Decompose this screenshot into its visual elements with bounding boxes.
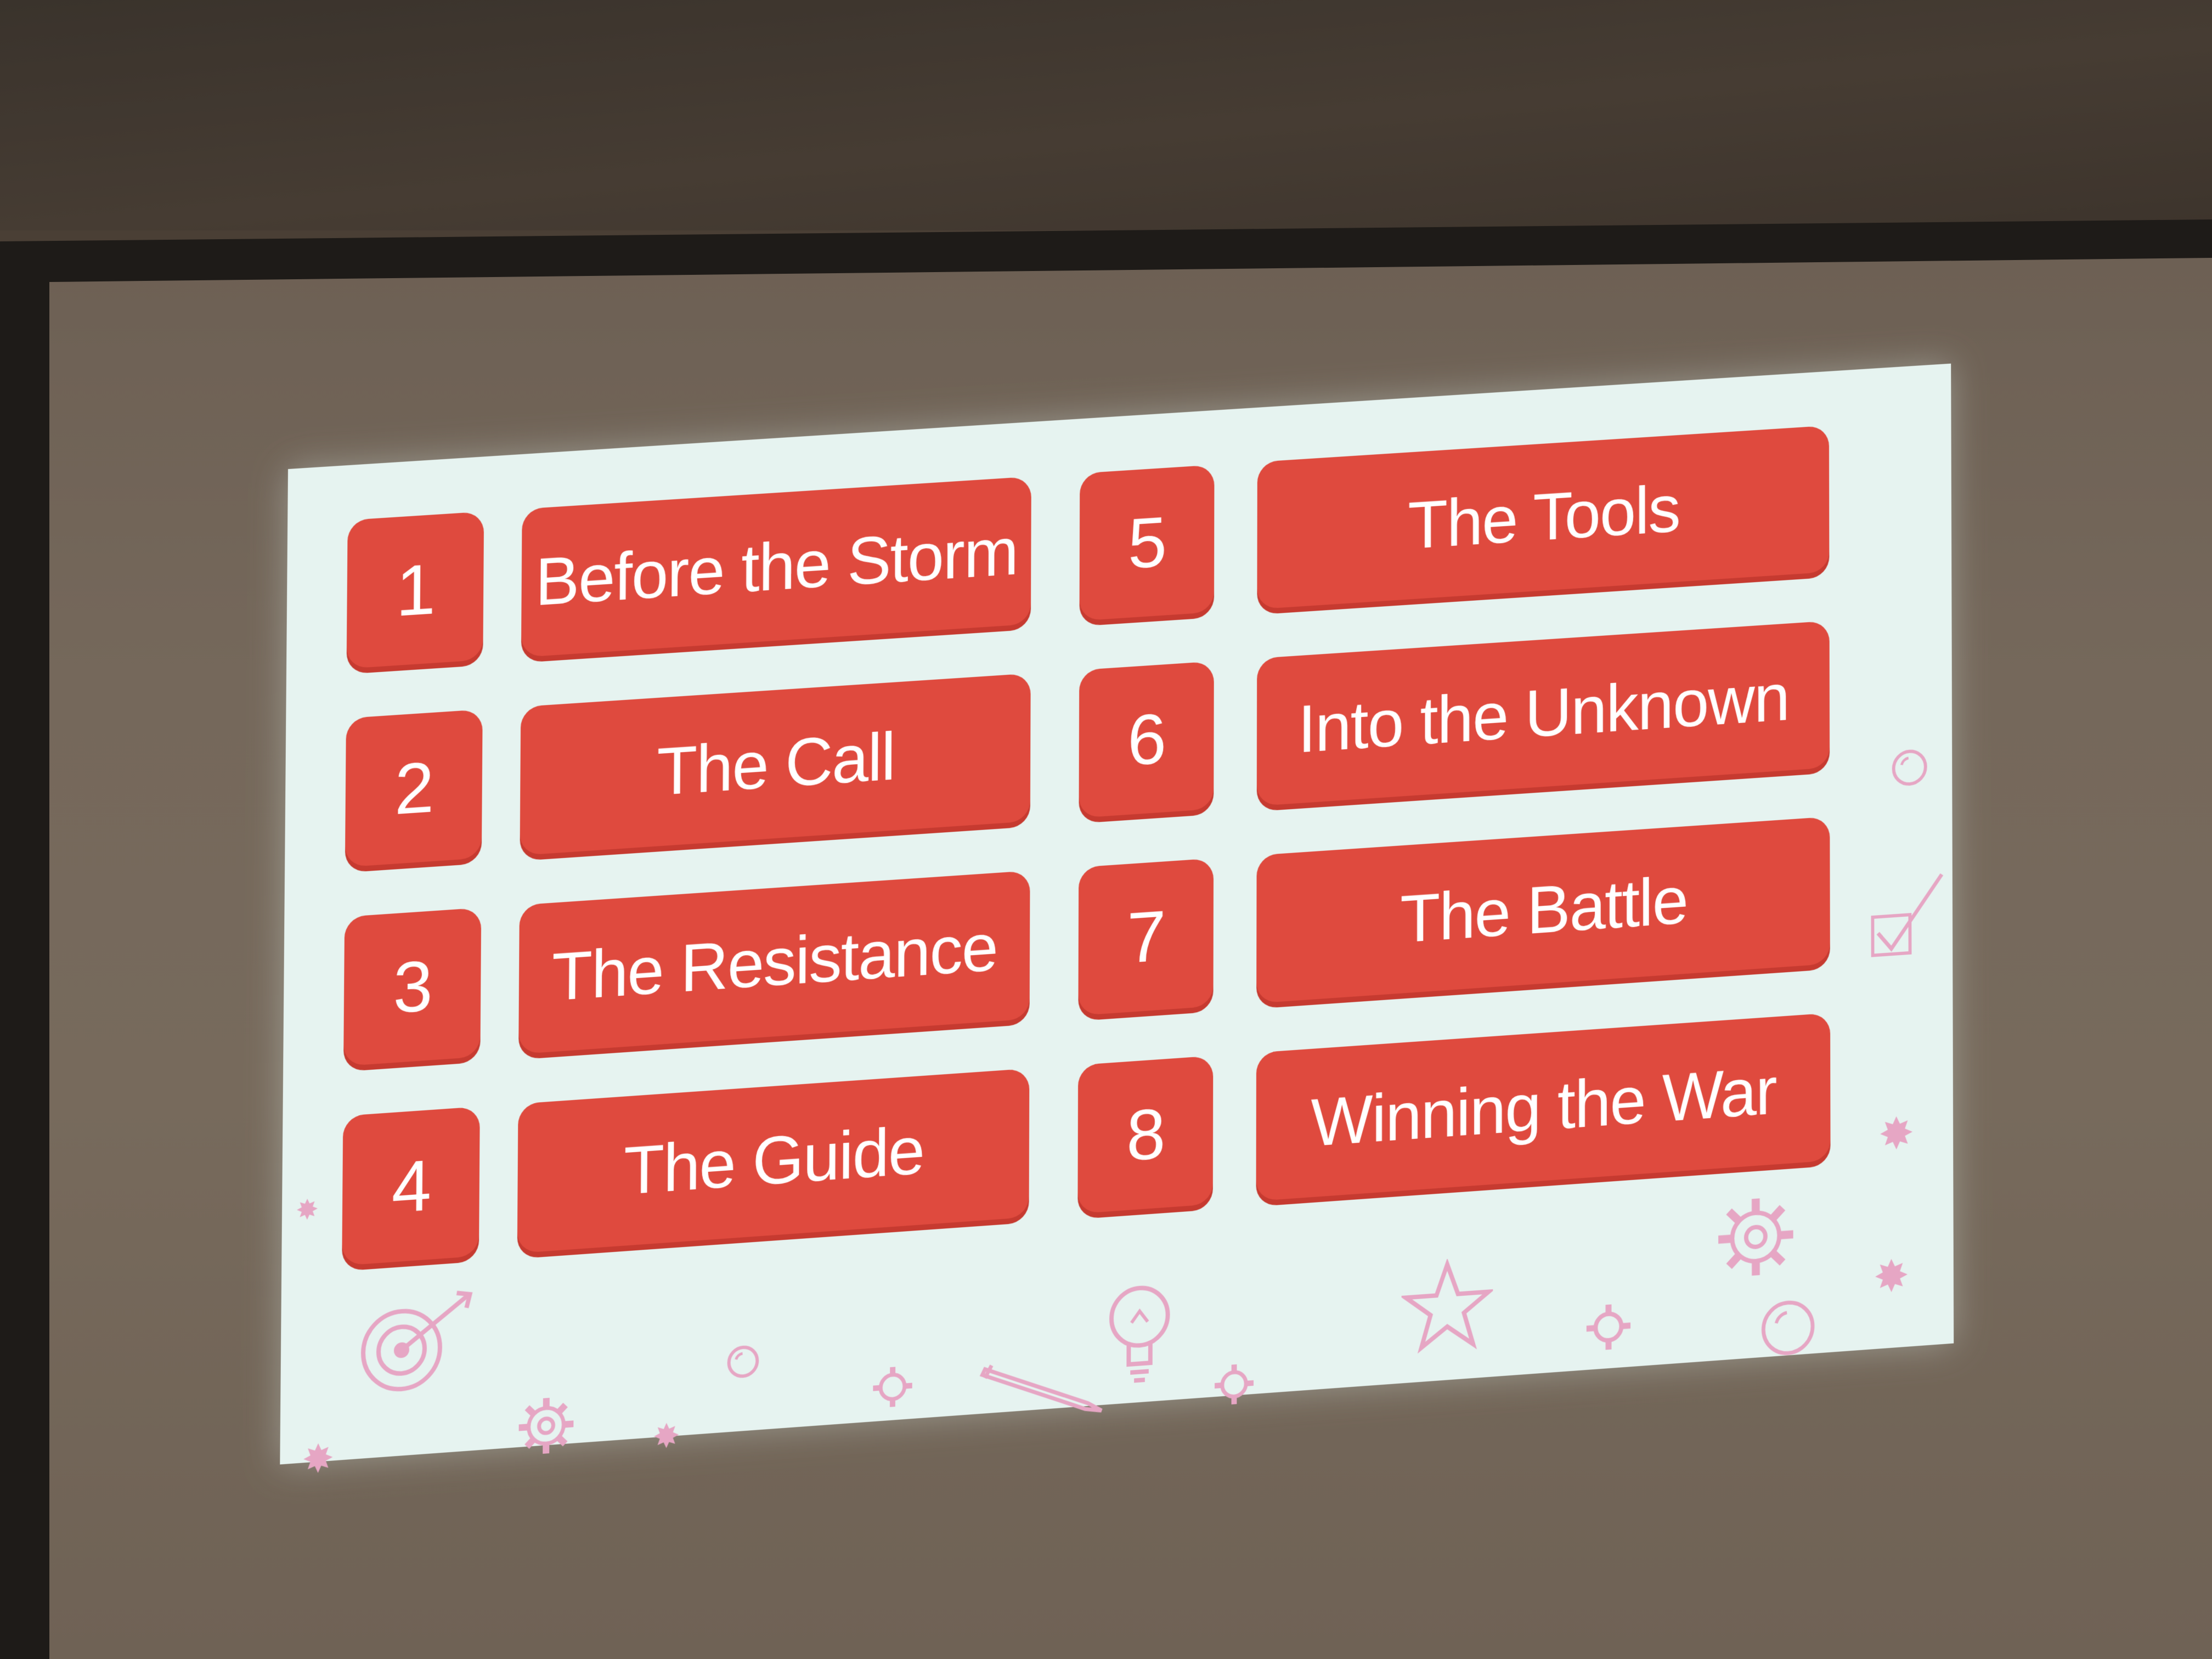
bubble-icon bbox=[1756, 1293, 1820, 1363]
step-label-5: The Tools bbox=[1257, 426, 1829, 610]
step-label-3: The Resistance bbox=[518, 871, 1030, 1054]
right-column: 5 The Tools 6 Into the Unknown 7 The Bat… bbox=[288, 364, 1951, 469]
gear-icon bbox=[871, 1363, 915, 1410]
step-number-4: 4 bbox=[342, 1107, 480, 1266]
pencil-icon bbox=[979, 1349, 1115, 1425]
star-icon: ✸ bbox=[1878, 1111, 1914, 1157]
projected-slide: 1 Before the Storm 2 The Call 3 The Resi… bbox=[280, 364, 1954, 1465]
slide-wrapper: 1 Before the Storm 2 The Call 3 The Resi… bbox=[0, 0, 2212, 1659]
gear-icon bbox=[1713, 1190, 1798, 1284]
step-number-6: 6 bbox=[1079, 661, 1214, 818]
star-icon: ✸ bbox=[296, 1195, 319, 1224]
step-label-6: Into the Unknown bbox=[1257, 621, 1830, 806]
step-number-3: 3 bbox=[343, 907, 481, 1066]
star-icon: ✸ bbox=[1874, 1254, 1909, 1300]
gear-icon bbox=[1584, 1301, 1633, 1353]
step-label-2: The Call bbox=[520, 673, 1031, 855]
step-number-2: 2 bbox=[345, 709, 483, 867]
star-icon bbox=[1402, 1256, 1493, 1356]
gear-icon bbox=[516, 1393, 576, 1458]
gear-icon bbox=[1212, 1361, 1256, 1408]
step-number-7: 7 bbox=[1078, 858, 1214, 1015]
star-icon: ✸ bbox=[652, 1419, 680, 1454]
presentation-photo: 1 Before the Storm 2 The Call 3 The Resi… bbox=[0, 0, 2212, 1659]
step-label-7: The Battle bbox=[1256, 816, 1830, 1003]
target-icon bbox=[357, 1283, 484, 1403]
step-label-1: Before the Storm bbox=[521, 476, 1031, 657]
step-label-4: The Guide bbox=[517, 1068, 1030, 1253]
star-icon: ✸ bbox=[302, 1438, 334, 1480]
step-number-5: 5 bbox=[1080, 465, 1215, 621]
bubble-icon bbox=[1888, 744, 1931, 791]
step-number-8: 8 bbox=[1077, 1056, 1213, 1214]
lightbulb-icon bbox=[1104, 1278, 1175, 1393]
checkbox-icon bbox=[1867, 863, 1948, 978]
step-label-8: Winning the War bbox=[1256, 1013, 1831, 1201]
bubble-icon bbox=[724, 1341, 762, 1383]
step-number-1: 1 bbox=[347, 511, 484, 669]
